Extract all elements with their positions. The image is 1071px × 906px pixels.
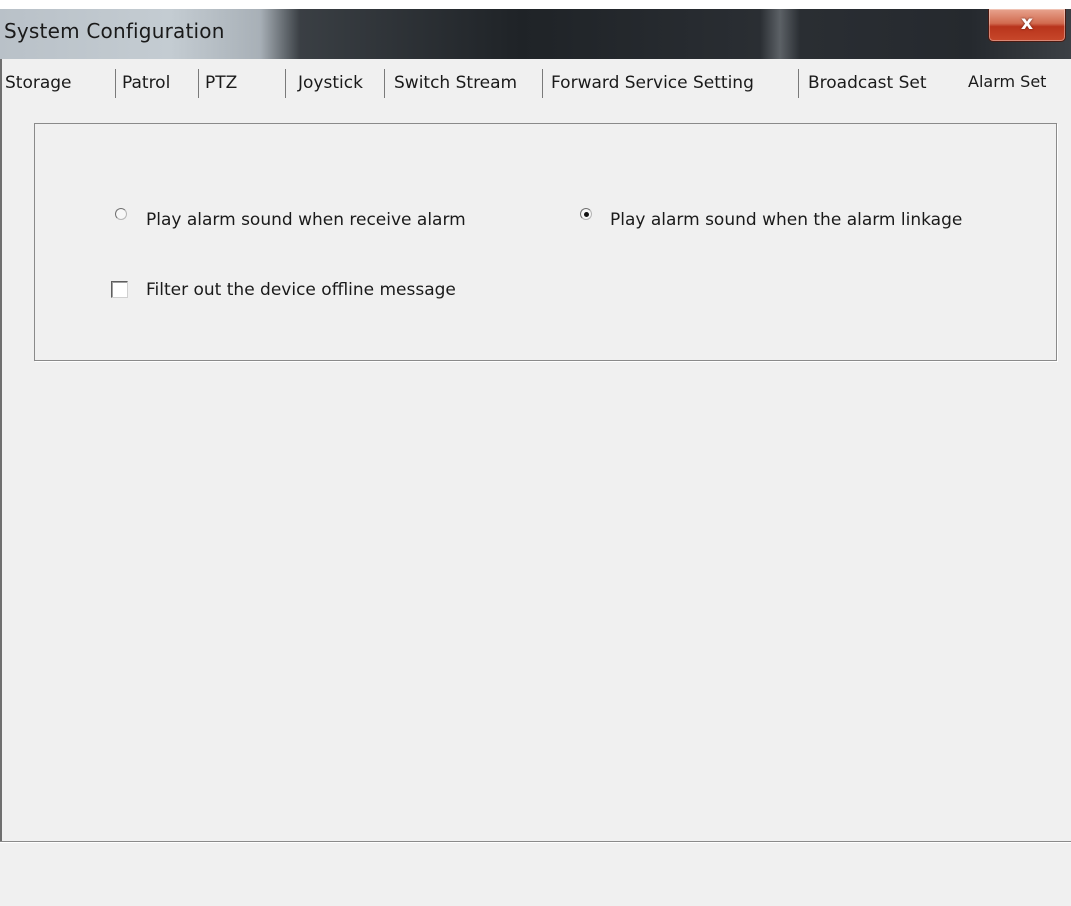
- tab-separator: [285, 69, 286, 98]
- title-bar[interactable]: System Configuration x: [0, 9, 1071, 59]
- alarm-settings-group: [34, 123, 1057, 361]
- tab-separator: [115, 69, 116, 98]
- tab-alarm-set[interactable]: Alarm Set: [956, 65, 1071, 101]
- tab-separator: [198, 69, 199, 98]
- window-left-border: [0, 59, 2, 906]
- tab-separator: [798, 69, 799, 98]
- tab-patrol[interactable]: Patrol: [117, 67, 197, 100]
- alarm-on-linkage-radio[interactable]: [580, 208, 592, 220]
- top-edge: [0, 0, 1071, 9]
- tab-separator: [384, 69, 385, 98]
- tab-separator: [542, 69, 543, 98]
- tab-forward-service-setting[interactable]: Forward Service Setting: [546, 67, 796, 100]
- close-button[interactable]: x: [988, 9, 1066, 42]
- radio-selected-dot: [584, 212, 589, 217]
- filter-offline-label[interactable]: Filter out the device offline message: [146, 280, 456, 300]
- system-configuration-window: System Configuration x Storage Patrol PT…: [0, 0, 1071, 906]
- tab-joystick[interactable]: Joystick: [293, 67, 383, 100]
- filter-offline-checkbox[interactable]: [111, 281, 128, 298]
- tab-strip: Storage Patrol PTZ Joystick Switch Strea…: [0, 65, 1071, 103]
- footer-area: [0, 843, 1071, 906]
- alarm-on-receive-label[interactable]: Play alarm sound when receive alarm: [146, 210, 466, 230]
- tab-ptz[interactable]: PTZ: [200, 67, 280, 100]
- window-title: System Configuration: [4, 19, 225, 43]
- tab-switch-stream[interactable]: Switch Stream: [389, 67, 539, 100]
- alarm-on-linkage-label[interactable]: Play alarm sound when the alarm linkage: [610, 210, 962, 230]
- close-icon: x: [1020, 12, 1034, 34]
- tab-broadcast-set[interactable]: Broadcast Set: [803, 67, 953, 100]
- tab-storage[interactable]: Storage: [0, 67, 112, 100]
- alarm-on-receive-radio[interactable]: [115, 208, 127, 220]
